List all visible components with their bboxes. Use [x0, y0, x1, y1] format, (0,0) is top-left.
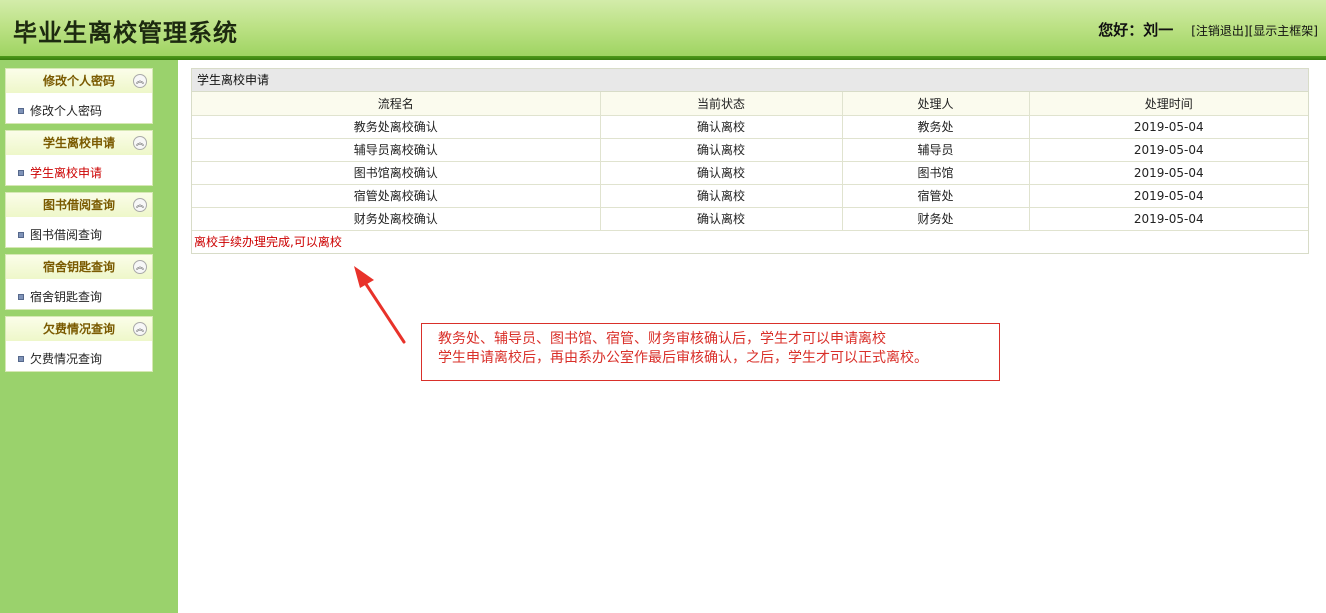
column-header: 处理时间: [1029, 92, 1308, 116]
column-header: 当前状态: [600, 92, 843, 116]
table-cell: 宿管处: [842, 184, 1030, 208]
bullet-icon: [18, 108, 24, 114]
sidebar-item-change-password[interactable]: 修改个人密码: [18, 102, 102, 119]
sidebar-item-fees-query[interactable]: 欠费情况查询: [18, 350, 102, 367]
table-cell: 图书馆: [842, 161, 1030, 185]
sidebar-item-label: 修改个人密码: [30, 104, 103, 118]
sidebar-group-header[interactable]: 修改个人密码 ︽: [5, 68, 153, 93]
bullet-icon: [18, 294, 24, 300]
panel-title: 学生离校申请: [192, 69, 1308, 92]
sidebar-group-title: 修改个人密码: [42, 74, 115, 88]
show-main-frame-link[interactable]: [显示主框架]: [1249, 22, 1318, 39]
collapse-icon[interactable]: ︽: [133, 260, 147, 274]
table-cell: 教务处: [842, 115, 1030, 139]
table-row: 辅导员离校确认 确认离校 辅导员 2019-05-04: [192, 138, 1308, 162]
table-cell: 2019-05-04: [1029, 184, 1308, 208]
table-cell: 确认离校: [600, 138, 843, 162]
sidebar-group-title: 欠费情况查询: [42, 322, 115, 336]
sidebar-group-header[interactable]: 学生离校申请 ︽: [5, 130, 153, 155]
sidebar-group-title: 图书借阅查询: [42, 198, 115, 212]
table-row: 财务处离校确认 确认离校 财务处 2019-05-04: [192, 207, 1308, 231]
table-row: 图书馆离校确认 确认离校 图书馆 2019-05-04: [192, 161, 1308, 185]
table-row: 宿管处离校确认 确认离校 宿管处 2019-05-04: [192, 184, 1308, 208]
sidebar-item-library-query[interactable]: 图书借阅查询: [18, 226, 102, 243]
user-greeting: 您好：刘一: [1098, 21, 1174, 39]
sidebar-group-title: 宿舍钥匙查询: [42, 260, 115, 274]
sidebar-group-body: 图书借阅查询: [5, 217, 153, 248]
sidebar-item-label: 图书借阅查询: [30, 228, 103, 242]
table-cell: 确认离校: [600, 115, 843, 139]
table-cell: 确认离校: [600, 184, 843, 208]
sidebar-group-title: 学生离校申请: [42, 136, 115, 150]
sidebar-group-fees-query: 欠费情况查询 ︽ 欠费情况查询: [5, 316, 153, 372]
bullet-icon: [18, 356, 24, 362]
leave-application-panel: 学生离校申请 流程名 当前状态 处理人 处理时间 教务处离校确认 确认离校 教务…: [191, 68, 1309, 254]
table-cell: 辅导员: [842, 138, 1030, 162]
sidebar-group-body: 宿舍钥匙查询: [5, 279, 153, 310]
sidebar-item-dorm-key-query[interactable]: 宿舍钥匙查询: [18, 288, 102, 305]
column-header: 流程名: [192, 92, 601, 116]
table-cell: 2019-05-04: [1029, 138, 1308, 162]
user-area: 您好：刘一 [注销退出] [显示主框架]: [1098, 19, 1318, 40]
sidebar-group-body: 修改个人密码: [5, 93, 153, 124]
collapse-icon[interactable]: ︽: [133, 198, 147, 212]
table-cell: 辅导员离校确认: [192, 138, 601, 162]
sidebar-item-label: 宿舍钥匙查询: [30, 290, 103, 304]
table-cell: 2019-05-04: [1029, 115, 1308, 139]
table-cell: 2019-05-04: [1029, 161, 1308, 185]
table-cell: 财务处离校确认: [192, 207, 601, 231]
sidebar-group-header[interactable]: 宿舍钥匙查询 ︽: [5, 254, 153, 279]
sidebar-group-header[interactable]: 欠费情况查询 ︽: [5, 316, 153, 341]
sidebar-group-body: 欠费情况查询: [5, 341, 153, 372]
sidebar-item-label: 欠费情况查询: [30, 352, 103, 366]
table-cell: 确认离校: [600, 207, 843, 231]
sidebar-group-library-query: 图书借阅查询 ︽ 图书借阅查询: [5, 192, 153, 248]
sidebar-group-change-password: 修改个人密码 ︽ 修改个人密码: [5, 68, 153, 124]
sidebar-group-leave-application: 学生离校申请 ︽ 学生离校申请: [5, 130, 153, 186]
annotation-line: 学生申请离校后，再由系办公室作最后审核确认，之后，学生才可以正式离校。: [438, 350, 928, 366]
app-title: 毕业生离校管理系统: [13, 18, 238, 47]
arrow-icon: [354, 266, 406, 344]
column-header: 处理人: [842, 92, 1030, 116]
app-header: 毕业生离校管理系统 您好：刘一 [注销退出] [显示主框架]: [0, 0, 1326, 56]
sidebar-group-dorm-key-query: 宿舍钥匙查询 ︽ 宿舍钥匙查询: [5, 254, 153, 310]
annotation-box: 教务处、辅导员、图书馆、宿管、财务审核确认后，学生才可以申请离校 学生申请离校后…: [421, 323, 1000, 381]
table-cell: 图书馆离校确认: [192, 161, 601, 185]
sidebar-group-header[interactable]: 图书借阅查询 ︽: [5, 192, 153, 217]
table-cell: 确认离校: [600, 161, 843, 185]
annotation-line: 教务处、辅导员、图书馆、宿管、财务审核确认后，学生才可以申请离校: [438, 331, 886, 347]
table-cell: 2019-05-04: [1029, 207, 1308, 231]
collapse-icon[interactable]: ︽: [133, 74, 147, 88]
table-cell: 宿管处离校确认: [192, 184, 601, 208]
status-message: 离校手续办理完成,可以离校: [194, 235, 342, 250]
sidebar-item-label: 学生离校申请: [30, 166, 103, 180]
sidebar-item-leave-application[interactable]: 学生离校申请: [18, 164, 102, 181]
collapse-icon[interactable]: ︽: [133, 136, 147, 150]
sidebar: 修改个人密码 ︽ 修改个人密码 学生离校申请 ︽ 学生离校申请 图书借阅查询 ︽…: [0, 60, 178, 613]
main-content: 学生离校申请 流程名 当前状态 处理人 处理时间 教务处离校确认 确认离校 教务…: [178, 60, 1326, 613]
table-cell: 财务处: [842, 207, 1030, 231]
logout-link[interactable]: [注销退出]: [1191, 22, 1248, 39]
bullet-icon: [18, 232, 24, 238]
table-row: 教务处离校确认 确认离校 教务处 2019-05-04: [192, 115, 1308, 139]
table-header-row: 流程名 当前状态 处理人 处理时间: [192, 92, 1308, 116]
bullet-icon: [18, 170, 24, 176]
collapse-icon[interactable]: ︽: [133, 322, 147, 336]
process-table: 流程名 当前状态 处理人 处理时间 教务处离校确认 确认离校 教务处 2019-…: [192, 92, 1308, 253]
sidebar-group-body: 学生离校申请: [5, 155, 153, 186]
table-cell: 教务处离校确认: [192, 115, 601, 139]
status-row: 离校手续办理完成,可以离校: [192, 230, 1308, 253]
